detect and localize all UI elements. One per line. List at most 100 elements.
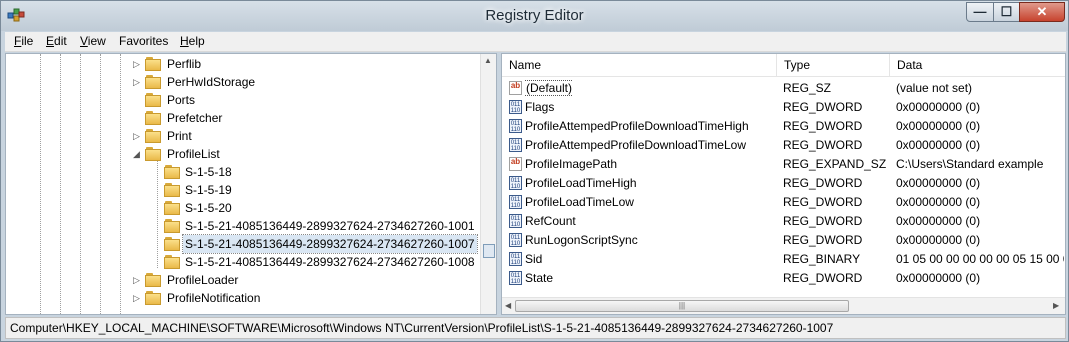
tree-item-label: S-1-5-19 (185, 183, 232, 197)
scroll-left-arrow-icon[interactable]: ◀ (505, 301, 511, 310)
tree-item-label: ProfileList (167, 147, 220, 161)
value-data: 0x00000000 (0) (896, 176, 981, 190)
value-type: REG_DWORD (783, 214, 863, 228)
tree-scroll-thumb[interactable] (483, 244, 495, 258)
string-value-icon: ab (509, 81, 522, 95)
tree-item-label: PerHwIdStorage (167, 75, 256, 89)
value-type: REG_DWORD (783, 119, 863, 133)
folder-icon (145, 273, 161, 287)
value-row-state[interactable]: 011 110 State REG_DWORD 0x00000000 (0) (502, 269, 1065, 288)
tree-item-sid-1008[interactable]: S-1-5-21-4085136449-2899327624-273462726… (164, 253, 475, 271)
tree-item-print[interactable]: ▷ Print (133, 127, 473, 145)
close-button[interactable]: ✕ (1019, 2, 1065, 22)
value-row-refcount[interactable]: 011 110 RefCount REG_DWORD 0x00000000 (0… (502, 212, 1065, 231)
value-data: (value not set) (896, 81, 973, 95)
value-type: REG_DWORD (783, 138, 863, 152)
binary-value-icon: 011 110 (509, 138, 522, 152)
menu-favorites-label: Favorites (119, 34, 169, 48)
binary-value-icon: 011 110 (509, 252, 522, 266)
registry-values-list[interactable]: Name Type Data ab (Default) REG_SZ (valu… (501, 53, 1066, 315)
menu-edit-accel: E (46, 34, 55, 48)
list-horizontal-scrollbar[interactable]: ◀ ||| ▶ (502, 297, 1065, 314)
title-bar[interactable]: Registry Editor — ☐ ✕ (1, 1, 1068, 31)
column-header-type[interactable]: Type (777, 54, 890, 76)
menu-file[interactable]: File (14, 34, 33, 48)
tree-guide-line (120, 54, 121, 314)
value-type: REG_EXPAND_SZ (783, 157, 887, 171)
menu-favorites[interactable]: Favorites (119, 34, 168, 48)
menu-help[interactable]: Help (180, 34, 205, 48)
expand-arrow-icon[interactable]: ▷ (133, 77, 141, 87)
expand-arrow-icon[interactable] (133, 95, 141, 105)
tree-item-perhwidstorage[interactable]: ▷ PerHwIdStorage (133, 73, 473, 91)
value-name: Sid (525, 252, 543, 266)
value-row-download-time-low[interactable]: 011 110 ProfileAttempedProfileDownloadTi… (502, 136, 1065, 155)
folder-open-icon (145, 147, 161, 161)
value-row-sid[interactable]: 011 110 Sid REG_BINARY 01 05 00 00 00 00… (502, 250, 1065, 269)
expand-arrow-icon[interactable]: ▷ (133, 293, 141, 303)
tree-item-profilelist[interactable]: ◢ ProfileList (133, 145, 473, 163)
value-name: RunLogonScriptSync (525, 233, 638, 247)
column-header-name[interactable]: Name (502, 54, 777, 76)
value-name: ProfileLoadTimeLow (525, 195, 634, 209)
value-data: 0x00000000 (0) (896, 214, 981, 228)
tree-item-label: S-1-5-21-4085136449-2899327624-273462726… (185, 255, 475, 269)
list-scroll-thumb[interactable]: ||| (515, 300, 849, 312)
column-header-data[interactable]: Data (890, 54, 1065, 76)
tree-guide-line (100, 54, 101, 314)
value-row-download-time-high[interactable]: 011 110 ProfileAttempedProfileDownloadTi… (502, 117, 1065, 136)
scroll-up-arrow-icon[interactable]: ▲ (484, 56, 492, 65)
maximize-button[interactable]: ☐ (993, 2, 1020, 22)
expand-arrow-icon[interactable]: ▷ (133, 59, 141, 69)
value-row-loadtime-high[interactable]: 011 110 ProfileLoadTimeHigh REG_DWORD 0x… (502, 174, 1065, 193)
expand-arrow-icon[interactable]: ▷ (133, 275, 141, 285)
value-data: 0x00000000 (0) (896, 233, 981, 247)
value-data: 0x00000000 (0) (896, 119, 981, 133)
window-title: Registry Editor (485, 7, 584, 24)
value-name: ProfileAttempedProfileDownloadTimeLow (525, 138, 746, 152)
menu-edit-label: dit (54, 34, 67, 48)
value-data: 0x00000000 (0) (896, 138, 981, 152)
tree-item-sid-1007-selected[interactable]: S-1-5-21-4085136449-2899327624-273462726… (164, 234, 478, 254)
tree-item-label: S-1-5-20 (185, 201, 232, 215)
value-row-flags[interactable]: 011 110 Flags REG_DWORD 0x00000000 (0) (502, 98, 1065, 117)
folder-icon (145, 75, 161, 89)
binary-value-icon: 011 110 (509, 100, 522, 114)
menu-edit[interactable]: Edit (46, 34, 67, 48)
registry-key-tree[interactable]: ▷ Perflib ▷ PerHwIdStorage Ports Prefetc… (5, 53, 497, 315)
binary-value-icon: 011 110 (509, 176, 522, 190)
value-row-loadtime-low[interactable]: 011 110 ProfileLoadTimeLow REG_DWORD 0x0… (502, 193, 1065, 212)
value-row-runlogonscriptsync[interactable]: 011 110 RunLogonScriptSync REG_DWORD 0x0… (502, 231, 1065, 250)
value-data: C:\Users\Standard example (896, 157, 1044, 171)
menu-view[interactable]: View (80, 34, 106, 48)
tree-vertical-scrollbar[interactable]: ▲ (480, 54, 496, 314)
folder-icon (164, 237, 180, 251)
binary-value-icon: 011 110 (509, 195, 522, 209)
value-name: RefCount (525, 214, 576, 228)
value-row-default[interactable]: ab (Default) REG_SZ (value not set) (502, 79, 1065, 98)
collapse-arrow-icon[interactable]: ◢ (133, 149, 141, 159)
registry-editor-window: Registry Editor — ☐ ✕ File Edit View Fav… (0, 0, 1069, 342)
value-type: REG_DWORD (783, 176, 863, 190)
tree-item-s-1-5-20[interactable]: S-1-5-20 (164, 199, 474, 217)
value-name: ProfileLoadTimeHigh (525, 176, 637, 190)
tree-item-sid-1001[interactable]: S-1-5-21-4085136449-2899327624-273462726… (164, 217, 475, 235)
value-row-profileimagepath[interactable]: ab ProfileImagePath REG_EXPAND_SZ C:\Use… (502, 155, 1065, 174)
binary-value-icon: 011 110 (509, 214, 522, 228)
tree-item-prefetcher[interactable]: Prefetcher (133, 109, 473, 127)
binary-value-icon: 011 110 (509, 271, 522, 285)
minimize-button[interactable]: — (966, 2, 994, 22)
tree-item-perflib[interactable]: ▷ Perflib (133, 55, 473, 73)
tree-item-s-1-5-19[interactable]: S-1-5-19 (164, 181, 474, 199)
binary-value-icon: 011 110 (509, 119, 522, 133)
folder-icon (145, 291, 161, 305)
expand-arrow-icon[interactable]: ▷ (133, 131, 141, 141)
tree-item-profilenotification[interactable]: ▷ ProfileNotification (133, 289, 473, 307)
scroll-right-arrow-icon[interactable]: ▶ (1053, 301, 1059, 310)
value-type: REG_BINARY (783, 252, 861, 266)
tree-item-ports[interactable]: Ports (133, 91, 473, 109)
expand-arrow-icon[interactable] (133, 113, 141, 123)
folder-icon (164, 219, 180, 233)
tree-item-profileloader[interactable]: ▷ ProfileLoader (133, 271, 473, 289)
tree-item-s-1-5-18[interactable]: S-1-5-18 (164, 163, 474, 181)
